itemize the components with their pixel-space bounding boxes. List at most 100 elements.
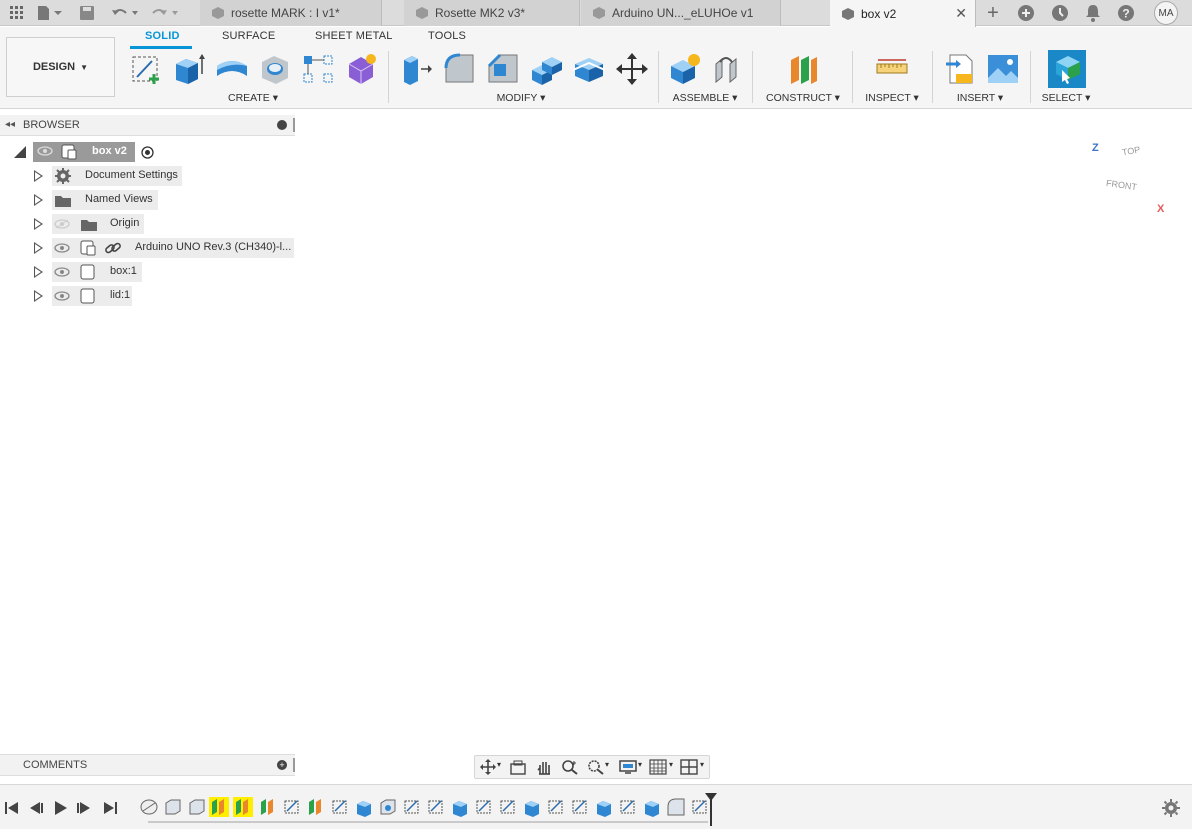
- select-menu[interactable]: SELECT ▾: [1038, 92, 1094, 104]
- timeline-extrude-icon[interactable]: [354, 797, 374, 817]
- tree-item-origin[interactable]: Origin: [0, 213, 300, 235]
- panel-grip-icon[interactable]: [293, 118, 295, 132]
- timeline-feature-icon[interactable]: [139, 797, 159, 817]
- pattern-icon[interactable]: [301, 52, 335, 86]
- redo-icon[interactable]: [150, 3, 180, 23]
- offset-plane-icon[interactable]: [787, 52, 821, 86]
- insert-mcmaster-icon[interactable]: [944, 52, 978, 86]
- create-form-icon[interactable]: [344, 52, 378, 86]
- tab-arduino[interactable]: Arduino UN..._eLUHOe v1: [581, 0, 781, 26]
- step-back-icon[interactable]: [28, 800, 44, 816]
- timeline-sketch-icon[interactable]: [330, 797, 350, 817]
- grid-snaps-icon[interactable]: [649, 759, 667, 775]
- add-comment-icon[interactable]: +: [277, 760, 287, 770]
- zoom-icon[interactable]: [561, 759, 579, 775]
- expand-triangle-icon[interactable]: [34, 218, 43, 230]
- shell-icon[interactable]: [529, 52, 563, 86]
- file-menu-icon[interactable]: [36, 3, 64, 23]
- press-pull-icon[interactable]: [400, 52, 434, 86]
- timeline-extrude-icon[interactable]: [450, 797, 470, 817]
- timeline-extrude-icon[interactable]: [594, 797, 614, 817]
- timeline-feature-icon[interactable]: [306, 797, 326, 817]
- timeline-feature-icon[interactable]: [209, 797, 229, 817]
- tab-surface[interactable]: SURFACE: [222, 30, 275, 42]
- eye-icon[interactable]: [54, 291, 70, 301]
- timeline-sketch-icon[interactable]: [426, 797, 446, 817]
- tab-solid[interactable]: SOLID: [145, 30, 180, 42]
- eye-icon[interactable]: [54, 267, 70, 277]
- expand-triangle-icon[interactable]: [34, 194, 43, 206]
- timeline-feature-icon[interactable]: [258, 797, 278, 817]
- timeline-feature-icon[interactable]: [378, 797, 398, 817]
- timeline-feature-icon[interactable]: [163, 797, 183, 817]
- tree-item-lid[interactable]: lid:1: [0, 285, 300, 307]
- go-to-start-icon[interactable]: [4, 800, 20, 816]
- timeline-sketch-icon[interactable]: [474, 797, 494, 817]
- step-forward-icon[interactable]: [76, 800, 92, 816]
- workspace-switcher[interactable]: DESIGN ▼: [6, 37, 115, 97]
- timeline-extrude-icon[interactable]: [522, 797, 542, 817]
- fillet-icon[interactable]: [443, 52, 477, 86]
- save-icon[interactable]: [78, 3, 96, 23]
- extrude-icon[interactable]: [172, 52, 206, 86]
- chevron-down-icon[interactable]: ▾: [638, 760, 642, 769]
- split-body-icon[interactable]: [572, 52, 606, 86]
- fit-zoom-icon[interactable]: [587, 759, 605, 775]
- timeline-settings-gear-icon[interactable]: [1162, 799, 1180, 817]
- timeline-feature-icon[interactable]: [233, 797, 253, 817]
- user-avatar[interactable]: MA: [1154, 1, 1178, 25]
- insert-menu[interactable]: INSERT ▾: [950, 92, 1010, 104]
- timeline-marker-icon[interactable]: [704, 791, 718, 827]
- display-settings-icon[interactable]: [619, 759, 637, 775]
- timeline-sketch-icon[interactable]: [570, 797, 590, 817]
- timeline-sketch-icon[interactable]: [546, 797, 566, 817]
- timeline-sketch-icon[interactable]: [282, 797, 302, 817]
- chamfer-icon[interactable]: [486, 52, 520, 86]
- expand-triangle-icon[interactable]: [34, 290, 43, 302]
- hole-icon[interactable]: [258, 52, 292, 86]
- viewcube-front-label[interactable]: FRONT: [1105, 178, 1137, 192]
- collapse-triangle-icon[interactable]: [14, 146, 26, 158]
- close-tab-icon[interactable]: ✕: [955, 5, 967, 22]
- tab-rosette-mk2[interactable]: Rosette MK2 v3*: [404, 0, 580, 26]
- create-sketch-icon[interactable]: [130, 52, 164, 86]
- timeline-extrude-icon[interactable]: [642, 797, 662, 817]
- measure-icon[interactable]: [875, 52, 909, 86]
- orbit-icon[interactable]: [479, 759, 497, 775]
- assemble-menu[interactable]: ASSEMBLE ▾: [668, 92, 742, 104]
- minimize-browser-icon[interactable]: [277, 120, 287, 130]
- modify-menu[interactable]: MODIFY ▾: [488, 92, 554, 104]
- tab-box-v2[interactable]: box v2 ✕: [830, 0, 976, 27]
- panel-grip-icon[interactable]: [293, 758, 295, 772]
- pan-hand-icon[interactable]: [535, 759, 553, 775]
- eye-hidden-icon[interactable]: [54, 219, 70, 229]
- timeline-sketch-icon[interactable]: [498, 797, 518, 817]
- joint-icon[interactable]: [711, 52, 745, 86]
- eye-icon[interactable]: [37, 146, 53, 156]
- chevron-down-icon[interactable]: ▾: [700, 760, 704, 769]
- comments-panel-header[interactable]: COMMENTS +: [0, 754, 295, 776]
- move-copy-icon[interactable]: [615, 52, 649, 86]
- collapse-panel-icon[interactable]: ◂◂: [5, 119, 15, 130]
- create-menu[interactable]: CREATE ▾: [220, 92, 286, 104]
- help-icon[interactable]: ?: [1116, 3, 1136, 23]
- timeline-feature-icon[interactable]: [187, 797, 207, 817]
- root-label[interactable]: box v2: [92, 145, 127, 157]
- expand-triangle-icon[interactable]: [34, 266, 43, 278]
- apps-grid-icon[interactable]: [6, 3, 28, 23]
- viewcube-top-label[interactable]: TOP: [1121, 144, 1141, 157]
- tree-item-named-views[interactable]: Named Views: [0, 189, 300, 211]
- new-component-icon[interactable]: [668, 52, 702, 86]
- tab-rosette-mark[interactable]: rosette MARK : I v1*: [200, 0, 382, 26]
- expand-triangle-icon[interactable]: [34, 170, 43, 182]
- job-status-icon[interactable]: [1050, 3, 1070, 23]
- viewports-icon[interactable]: [680, 759, 698, 775]
- extensions-icon[interactable]: [1016, 3, 1036, 23]
- select-icon[interactable]: [1048, 50, 1086, 88]
- go-to-end-icon[interactable]: [102, 800, 118, 816]
- chevron-down-icon[interactable]: ▾: [605, 760, 609, 769]
- chevron-down-icon[interactable]: ▾: [669, 760, 673, 769]
- undo-icon[interactable]: [110, 3, 140, 23]
- eye-icon[interactable]: [54, 243, 70, 253]
- activate-radio-icon[interactable]: [141, 146, 154, 159]
